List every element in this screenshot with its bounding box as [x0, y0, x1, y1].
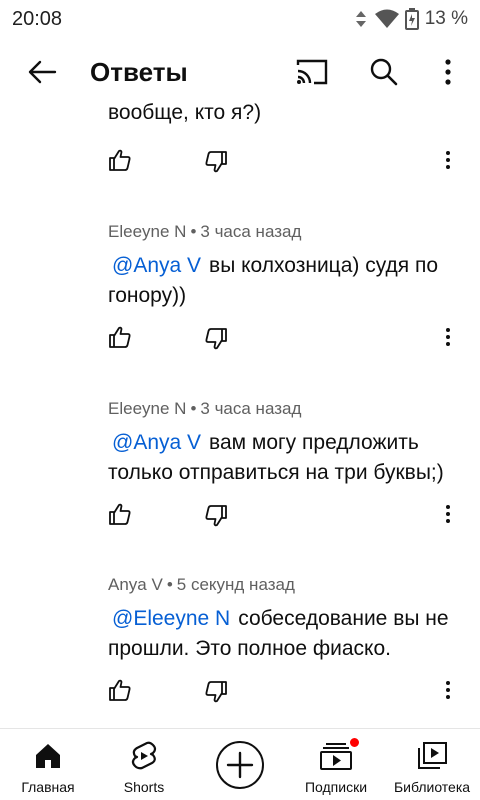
- dislike-button[interactable]: [204, 150, 228, 179]
- thumb-down-icon: [205, 681, 227, 703]
- comment-author[interactable]: Eleeyne N: [108, 222, 186, 241]
- comment-actions: [108, 148, 468, 180]
- shorts-icon: [131, 741, 157, 771]
- comment-time: 3 часа назад: [200, 222, 302, 241]
- back-arrow-icon: [28, 60, 57, 84]
- thumb-up-icon: [109, 503, 131, 525]
- mention-link[interactable]: @Anya V: [112, 254, 201, 277]
- nav-library-label: Библиотека: [393, 779, 471, 795]
- back-button[interactable]: [18, 48, 66, 96]
- comment-time: 5 секунд назад: [176, 575, 295, 594]
- comment-item: Eleeyne N • 3 часа назад @Anya Vвам могу п…: [108, 398, 468, 488]
- meta-separator: •: [166, 575, 173, 594]
- more-vertical-icon: [446, 681, 450, 699]
- comment-meta: Eleeyne N • 3 часа назад: [108, 221, 468, 243]
- replies-list[interactable]: вообще, кто я?) Eleeyne N • 3 часа назад @…: [0, 100, 480, 728]
- nav-library[interactable]: Библиотека: [384, 729, 480, 800]
- cast-button[interactable]: [288, 48, 336, 96]
- meta-separator: •: [190, 222, 197, 241]
- nav-home-label: Главная: [21, 779, 75, 795]
- status-icons: 13 %: [353, 8, 468, 30]
- create-plus-icon: [216, 741, 264, 789]
- notification-dot: [349, 737, 360, 748]
- comment-more-button[interactable]: [444, 502, 452, 531]
- comment-more-button[interactable]: [444, 148, 452, 177]
- like-button[interactable]: [108, 502, 132, 531]
- comment-text: @Anya Vвам могу предложить только отправи…: [108, 431, 444, 484]
- cast-icon: [296, 59, 328, 85]
- search-icon: [370, 58, 398, 86]
- status-bar: 20:08 13 %: [0, 0, 480, 38]
- library-icon: [417, 741, 447, 771]
- nav-shorts[interactable]: Shorts: [96, 729, 192, 800]
- thumb-down-icon: [205, 328, 227, 350]
- comment-item: Eleeyne N • 3 часа назад @Anya Vвы колхозн…: [108, 221, 468, 311]
- data-saver-icon: [353, 10, 369, 28]
- more-vertical-icon: [446, 151, 450, 169]
- comment-actions: [108, 678, 468, 710]
- comment-actions: [108, 502, 468, 534]
- thumb-up-icon: [109, 679, 131, 701]
- subscriptions-icon: [320, 737, 360, 771]
- like-button[interactable]: [108, 148, 132, 177]
- like-button[interactable]: [108, 325, 132, 354]
- nav-home[interactable]: Главная: [0, 729, 96, 800]
- comment-author[interactable]: Anya V: [108, 575, 163, 594]
- bottom-navigation: Главная Shorts Подписки Библиотека: [0, 728, 480, 800]
- search-button[interactable]: [360, 48, 408, 96]
- nav-create[interactable]: [192, 729, 288, 800]
- battery-percent: 13 %: [424, 8, 468, 29]
- comment-text: @Anya Vвы колхозница) судя по гонору)): [108, 254, 439, 307]
- app-bar: Ответы: [0, 42, 480, 102]
- home-icon: [34, 741, 62, 771]
- thumb-up-icon: [109, 149, 131, 171]
- comment-more-button[interactable]: [444, 325, 452, 354]
- nav-shorts-label: Shorts: [123, 779, 165, 795]
- more-vertical-icon: [446, 505, 450, 523]
- more-vertical-icon: [445, 59, 451, 85]
- nav-subscriptions[interactable]: Подписки: [288, 729, 384, 800]
- dislike-button[interactable]: [204, 680, 228, 709]
- comment-meta: Eleeyne N • 3 часа назад: [108, 398, 468, 420]
- thumb-down-icon: [205, 505, 227, 527]
- meta-separator: •: [190, 399, 197, 418]
- wifi-icon: [374, 9, 399, 29]
- comment-time: 3 часа назад: [200, 399, 302, 418]
- dislike-button[interactable]: [204, 504, 228, 533]
- dislike-button[interactable]: [204, 327, 228, 356]
- comment-author[interactable]: Eleeyne N: [108, 399, 186, 418]
- comment-meta: Anya V • 5 секунд назад: [108, 574, 468, 596]
- more-options-button[interactable]: [424, 48, 472, 96]
- like-button[interactable]: [108, 678, 132, 707]
- status-time: 20:08: [12, 7, 63, 30]
- partial-comment: вообще, кто я?): [0, 100, 480, 126]
- mention-link[interactable]: @Eleeyne N: [112, 607, 230, 630]
- comment-text: @Eleeyne Nсобеседование вы не прошли. Это…: [108, 607, 449, 660]
- page-title: Ответы: [90, 56, 188, 87]
- partial-comment-text: вообще, кто я?): [108, 101, 262, 124]
- more-vertical-icon: [446, 328, 450, 346]
- thumb-down-icon: [205, 151, 227, 173]
- comment-item: Anya V • 5 секунд назад @Eleeyne Nсобеседо…: [108, 574, 468, 664]
- battery-icon: [404, 8, 419, 30]
- comment-more-button[interactable]: [444, 678, 452, 707]
- nav-subscriptions-label: Подписки: [304, 779, 368, 795]
- mention-link[interactable]: @Anya V: [112, 431, 201, 454]
- thumb-up-icon: [109, 326, 131, 348]
- comment-actions: [108, 325, 468, 357]
